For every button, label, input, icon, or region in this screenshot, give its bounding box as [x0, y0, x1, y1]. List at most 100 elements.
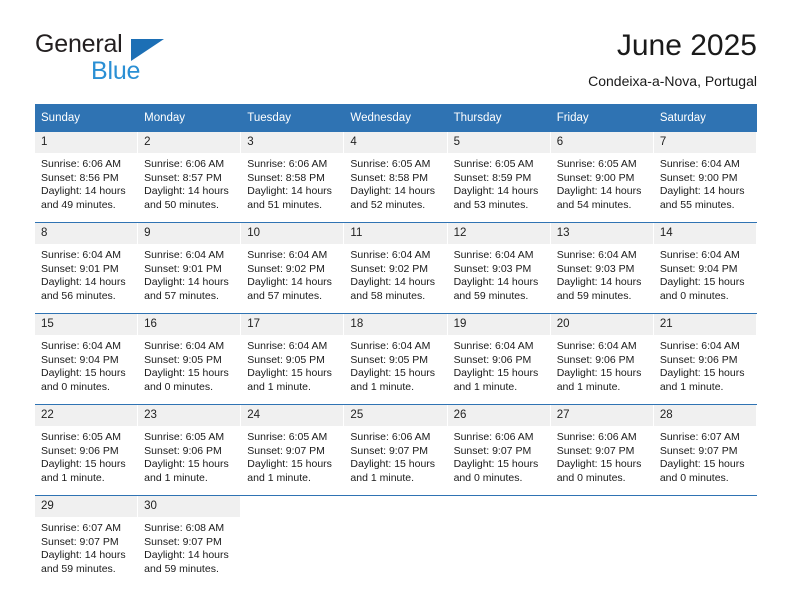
day-number: 29	[35, 496, 139, 517]
calendar-day-cell[interactable]: 4 Sunrise: 6:05 AM Sunset: 8:58 PM Daylight…	[344, 132, 448, 223]
day-cell-inner	[654, 496, 757, 586]
daylight-text-line2: and 1 minute.	[350, 380, 415, 393]
weekday-header-friday: Friday	[550, 104, 654, 132]
calendar-day-cell[interactable]: 9 Sunrise: 6:04 AM Sunset: 9:01 PM Daylight…	[138, 222, 242, 314]
daylight-text-line2: and 1 minute.	[556, 380, 621, 393]
title-block: June 2025 Condeixa-a-Nova, Portugal	[588, 28, 757, 92]
daylight-text-line1: Daylight: 15 hours	[247, 367, 332, 379]
daylight-text-line1: Daylight: 15 hours	[556, 458, 642, 470]
calendar-day-cell[interactable]: 25 Sunrise: 6:06 AM Sunset: 9:07 PM Dayligh…	[344, 404, 448, 496]
sunrise-text: Sunrise: 6:05 AM	[247, 431, 328, 443]
calendar-day-cell[interactable]: 6 Sunrise: 6:05 AM Sunset: 9:00 PM Daylight…	[550, 132, 654, 223]
day-sun-info: Sunrise: 6:06 AM Sunset: 8:57 PM Daylight:…	[138, 153, 241, 212]
daylight-text-line1: Daylight: 15 hours	[350, 458, 436, 470]
day-number: 26	[447, 405, 551, 426]
calendar-day-cell[interactable]: 23 Sunrise: 6:05 AM Sunset: 9:06 PM Dayligh…	[138, 404, 242, 496]
calendar-day-cell[interactable]: 16 Sunrise: 6:04 AM Sunset: 9:05 PM Dayligh…	[138, 313, 242, 405]
day-number: 23	[138, 405, 242, 426]
calendar-day-cell	[653, 495, 757, 586]
daylight-text-line2: and 0 minutes.	[144, 380, 214, 393]
calendar-day-cell[interactable]: 14 Sunrise: 6:04 AM Sunset: 9:04 PM Dayligh…	[653, 222, 757, 314]
daylight-text-line2: and 0 minutes.	[659, 289, 729, 302]
calendar-day-cell[interactable]: 20 Sunrise: 6:04 AM Sunset: 9:06 PM Dayligh…	[550, 313, 654, 405]
sunrise-text: Sunrise: 6:04 AM	[659, 249, 740, 261]
daylight-text-line1: Daylight: 15 hours	[556, 367, 642, 379]
calendar-day-cell[interactable]: 13 Sunrise: 6:04 AM Sunset: 9:03 PM Dayligh…	[550, 222, 654, 314]
calendar-day-cell[interactable]: 30 Sunrise: 6:08 AM Sunset: 9:07 PM Dayligh…	[138, 495, 242, 586]
calendar-page: General Blue June 2025 Condeixa-a-Nova, …	[0, 0, 792, 612]
sunrise-text: Sunrise: 6:05 AM	[350, 158, 431, 170]
calendar-day-cell[interactable]: 7 Sunrise: 6:04 AM Sunset: 9:00 PM Daylight…	[653, 132, 757, 223]
daylight-text-line1: Daylight: 15 hours	[659, 276, 745, 288]
calendar-day-cell[interactable]: 2 Sunrise: 6:06 AM Sunset: 8:57 PM Daylight…	[138, 132, 242, 223]
calendar-day-cell[interactable]: 11 Sunrise: 6:04 AM Sunset: 9:02 PM Dayligh…	[344, 222, 448, 314]
calendar-day-cell[interactable]: 27 Sunrise: 6:06 AM Sunset: 9:07 PM Dayligh…	[550, 404, 654, 496]
daylight-text-line1: Daylight: 14 hours	[41, 549, 126, 561]
daylight-text-line2: and 1 minute.	[144, 471, 208, 484]
day-cell-inner: 5 Sunrise: 6:05 AM Sunset: 8:59 PM Daylight…	[447, 132, 551, 222]
day-cell-inner: 27 Sunrise: 6:06 AM Sunset: 9:07 PM Dayligh…	[550, 405, 654, 495]
sunset-text: Sunset: 8:58 PM	[350, 171, 429, 184]
daylight-text-line1: Daylight: 15 hours	[453, 367, 539, 379]
daylight-text-line2: and 1 minute.	[453, 380, 518, 393]
sunrise-text: Sunrise: 6:05 AM	[556, 158, 637, 170]
daylight-text-line1: Daylight: 14 hours	[247, 276, 332, 288]
daylight-text-line2: and 1 minute.	[247, 380, 311, 393]
calendar-day-cell[interactable]: 22 Sunrise: 6:05 AM Sunset: 9:06 PM Dayligh…	[35, 404, 139, 496]
sunset-text: Sunset: 9:06 PM	[556, 353, 635, 366]
day-sun-info: Sunrise: 6:04 AM Sunset: 9:05 PM Daylight:…	[344, 335, 447, 394]
calendar-day-cell	[241, 495, 345, 586]
sunset-text: Sunset: 9:05 PM	[144, 353, 222, 366]
calendar-body: 1 Sunrise: 6:06 AM Sunset: 8:56 PM Daylight…	[35, 132, 757, 586]
daylight-text-line2: and 58 minutes.	[350, 289, 426, 302]
calendar-day-cell[interactable]: 21 Sunrise: 6:04 AM Sunset: 9:06 PM Dayligh…	[653, 313, 757, 405]
day-sun-info: Sunrise: 6:05 AM Sunset: 9:06 PM Daylight:…	[138, 426, 241, 485]
day-number	[654, 496, 757, 517]
daylight-text-line2: and 1 minute.	[247, 471, 311, 484]
sunrise-text: Sunrise: 6:04 AM	[659, 158, 740, 170]
day-cell-inner: 26 Sunrise: 6:06 AM Sunset: 9:07 PM Dayligh…	[447, 405, 551, 495]
daylight-text-line2: and 57 minutes.	[247, 289, 322, 302]
day-sun-info: Sunrise: 6:04 AM Sunset: 9:05 PM Daylight:…	[241, 335, 344, 394]
page-title: June 2025	[616, 29, 757, 62]
day-number: 11	[344, 223, 448, 244]
day-cell-inner: 18 Sunrise: 6:04 AM Sunset: 9:05 PM Dayligh…	[344, 314, 448, 404]
calendar-day-cell[interactable]: 17 Sunrise: 6:04 AM Sunset: 9:05 PM Dayligh…	[241, 313, 345, 405]
calendar-day-cell[interactable]: 3 Sunrise: 6:06 AM Sunset: 8:58 PM Daylight…	[241, 132, 345, 223]
day-number	[551, 496, 654, 517]
calendar-day-cell[interactable]: 24 Sunrise: 6:05 AM Sunset: 9:07 PM Dayligh…	[241, 404, 345, 496]
weekday-header-saturday: Saturday	[653, 104, 757, 132]
calendar-day-cell[interactable]: 1 Sunrise: 6:06 AM Sunset: 8:56 PM Daylight…	[35, 132, 139, 223]
calendar-day-cell[interactable]: 12 Sunrise: 6:04 AM Sunset: 9:03 PM Dayligh…	[447, 222, 551, 314]
sunrise-text: Sunrise: 6:06 AM	[453, 431, 534, 443]
day-number: 27	[550, 405, 654, 426]
calendar-day-cell[interactable]: 15 Sunrise: 6:04 AM Sunset: 9:04 PM Dayligh…	[35, 313, 139, 405]
day-number: 7	[653, 132, 757, 153]
sunset-text: Sunset: 9:07 PM	[41, 535, 119, 548]
calendar-day-cell[interactable]: 19 Sunrise: 6:04 AM Sunset: 9:06 PM Dayligh…	[447, 313, 551, 405]
calendar-day-cell[interactable]: 29 Sunrise: 6:07 AM Sunset: 9:07 PM Dayligh…	[35, 495, 139, 586]
day-cell-inner: 12 Sunrise: 6:04 AM Sunset: 9:03 PM Dayligh…	[447, 223, 551, 313]
day-number: 21	[653, 314, 757, 335]
sunset-text: Sunset: 9:06 PM	[144, 444, 222, 457]
calendar-day-cell[interactable]: 5 Sunrise: 6:05 AM Sunset: 8:59 PM Daylight…	[447, 132, 551, 223]
day-sun-info: Sunrise: 6:04 AM Sunset: 9:03 PM Daylight:…	[448, 244, 551, 303]
sunrise-text: Sunrise: 6:05 AM	[144, 431, 225, 443]
daylight-text-line1: Daylight: 15 hours	[453, 458, 539, 470]
sunset-text: Sunset: 9:06 PM	[659, 353, 738, 366]
calendar-day-cell[interactable]: 8 Sunrise: 6:04 AM Sunset: 9:01 PM Daylight…	[35, 222, 139, 314]
calendar-day-cell	[550, 495, 654, 586]
day-cell-inner: 2 Sunrise: 6:06 AM Sunset: 8:57 PM Daylight…	[138, 132, 242, 222]
day-number: 15	[35, 314, 139, 335]
day-sun-info: Sunrise: 6:04 AM Sunset: 9:06 PM Daylight:…	[654, 335, 757, 394]
calendar-day-cell[interactable]: 10 Sunrise: 6:04 AM Sunset: 9:02 PM Dayligh…	[241, 222, 345, 314]
calendar-day-cell[interactable]: 28 Sunrise: 6:07 AM Sunset: 9:07 PM Dayligh…	[653, 404, 757, 496]
calendar-day-cell[interactable]: 26 Sunrise: 6:06 AM Sunset: 9:07 PM Dayligh…	[447, 404, 551, 496]
day-cell-inner: 1 Sunrise: 6:06 AM Sunset: 8:56 PM Daylight…	[35, 132, 139, 222]
sunset-text: Sunset: 9:07 PM	[247, 444, 325, 457]
day-sun-info: Sunrise: 6:06 AM Sunset: 9:07 PM Daylight:…	[448, 426, 551, 485]
sunrise-text: Sunrise: 6:04 AM	[556, 340, 637, 352]
daylight-text-line2: and 0 minutes.	[41, 380, 110, 393]
calendar-day-cell[interactable]: 18 Sunrise: 6:04 AM Sunset: 9:05 PM Dayligh…	[344, 313, 448, 405]
sunrise-text: Sunrise: 6:06 AM	[247, 158, 328, 170]
